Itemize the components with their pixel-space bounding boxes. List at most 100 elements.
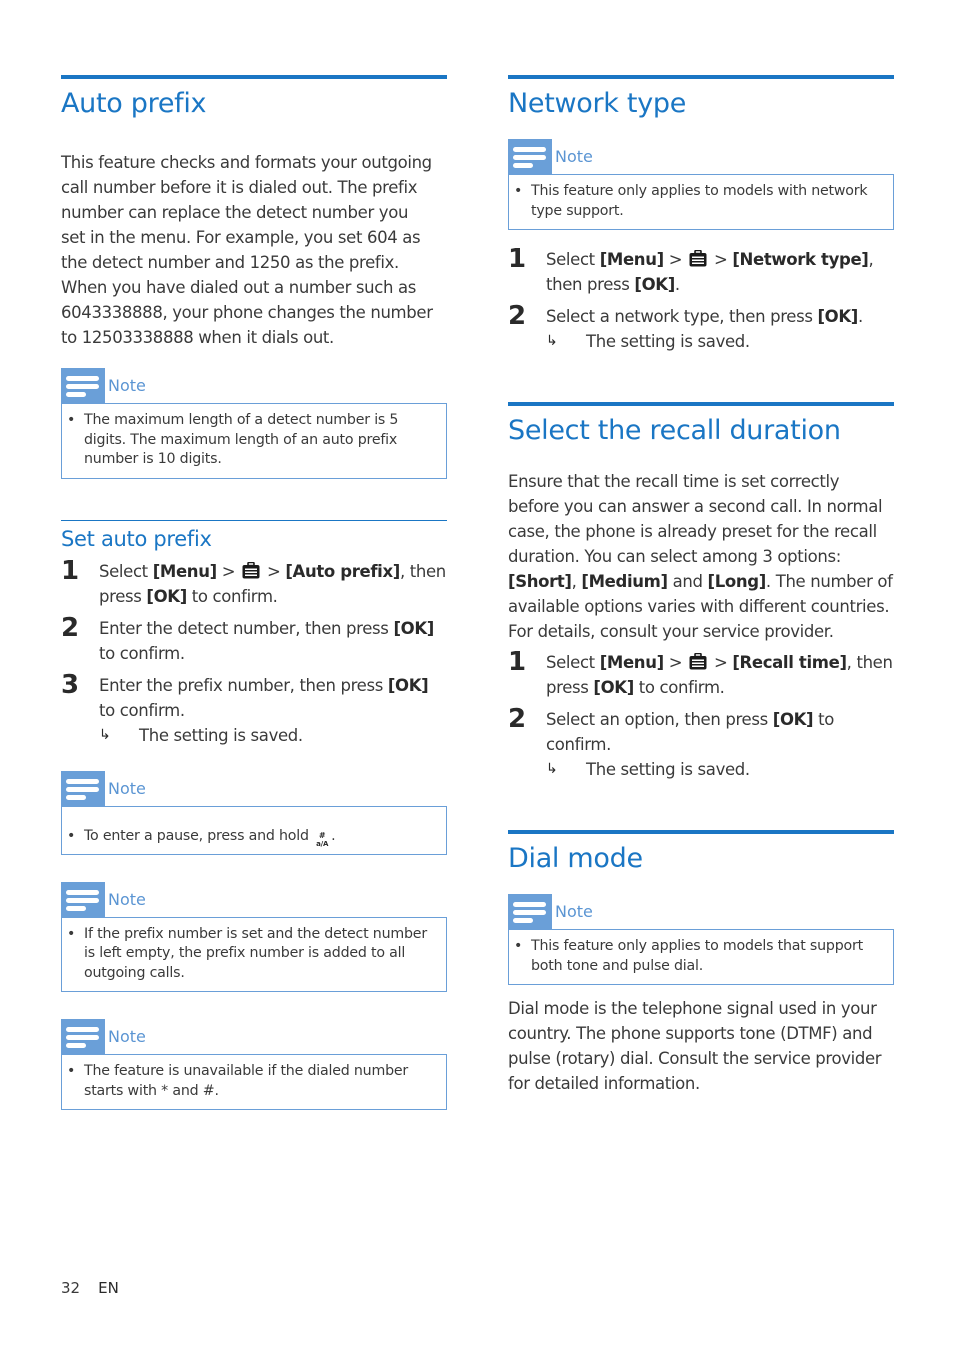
option-medium: [Medium] — [581, 572, 668, 591]
result-arrow-icon: ↳ — [546, 333, 558, 349]
note-content: • The maximum length of a detect number … — [61, 403, 447, 479]
section-rule — [508, 75, 894, 79]
note-text: The feature is unavailable if the dialed… — [84, 1063, 409, 1099]
result-text: The setting is saved. — [586, 760, 750, 779]
note-text-end: . — [331, 827, 336, 844]
intro-line: number can replace the detect number you — [61, 203, 409, 222]
section-rule — [61, 75, 447, 79]
note-box-network: Note • This feature only applies to mode… — [508, 139, 894, 230]
note-box-empty-detect: Note • If the prefix number is set and t… — [61, 881, 447, 992]
key-top: # — [318, 830, 326, 840]
language-label: EN — [98, 1279, 119, 1297]
step-item: 1 Select [Menu] > > [Auto prefix], then … — [61, 555, 447, 609]
bullet-icon: • — [67, 1063, 76, 1079]
step-text: . — [674, 275, 680, 294]
bullet-icon: • — [67, 412, 76, 428]
intro-line: 6043338888, your phone changes the numbe… — [61, 303, 433, 322]
separator: > — [663, 653, 688, 672]
note-label: Note — [555, 902, 593, 921]
option-long: [Long] — [707, 572, 767, 591]
note-label: Note — [108, 1027, 146, 1046]
intro-text: Ensure that the recall time is set corre… — [508, 472, 883, 566]
auto-prefix-intro: This feature checks and formats your out… — [61, 150, 447, 350]
intro-line: the detect number and 1250 as the prefix… — [61, 253, 399, 272]
note-text: This feature only applies to models that… — [531, 938, 863, 974]
note-label: Note — [108, 778, 146, 798]
hash-key-icon: # a/A — [313, 831, 331, 849]
bullet-icon: • — [67, 925, 76, 942]
note-content: • To enter a pause, press and hold # a/A. — [61, 805, 447, 855]
subsection-title: Set auto prefix — [61, 526, 212, 551]
separator: > — [262, 561, 286, 581]
intro-line: set in the menu. For example, you set 60… — [61, 228, 421, 247]
recall-intro: Ensure that the recall time is set corre… — [508, 469, 894, 644]
section-title-auto-prefix: Auto prefix — [61, 88, 207, 119]
step-item: 1 Select [Menu] > > [Network type], then… — [508, 244, 894, 297]
section-rule — [508, 402, 894, 406]
menu-target: [Auto prefix] — [285, 561, 400, 581]
step-text: Select — [546, 250, 600, 269]
briefcase-icon — [242, 561, 260, 578]
step-result: ↳ The setting is saved. — [99, 723, 447, 748]
step-text: Select a network type, then press — [546, 307, 818, 326]
left-column: Auto prefix This feature checks and form… — [61, 75, 447, 1110]
step-number: 2 — [508, 301, 526, 331]
right-column: Network type Note • This feature only ap… — [508, 75, 894, 1096]
step-result: ↳ The setting is saved. — [546, 329, 894, 354]
note-icon — [61, 881, 105, 917]
step-item: 2 Select an option, then press [OK] to c… — [508, 704, 894, 782]
result-arrow-icon: ↳ — [546, 761, 558, 777]
intro-line: call number before it is dialed out. The… — [61, 178, 418, 197]
step-item: 2 Enter the detect number, then press [O… — [61, 613, 447, 666]
bullet-icon: • — [514, 938, 523, 954]
step-number: 3 — [61, 669, 79, 700]
menu-key: [Menu] — [599, 250, 664, 269]
separator: > — [663, 250, 688, 269]
intro-line: When you have dialed out a number such a… — [61, 278, 416, 297]
separator: > — [709, 653, 733, 672]
section-rule — [508, 830, 894, 834]
note-text: To enter a pause, press and hold — [84, 827, 314, 844]
ok-key: [OK] — [593, 678, 634, 697]
step-text: . — [857, 307, 863, 326]
dial-mode-body: Dial mode is the telephone signal used i… — [508, 999, 882, 1093]
bullet-icon: • — [67, 827, 76, 844]
note-box-pause: Note • To enter a pause, press and hold … — [61, 770, 447, 855]
intro-line: This feature checks and formats your out… — [61, 153, 432, 172]
step-result: ↳ The setting is saved. — [546, 757, 894, 782]
note-content: • This feature only applies to models wi… — [508, 174, 894, 230]
note-icon — [61, 1019, 105, 1054]
step-item: 2 Select a network type, then press [OK]… — [508, 301, 894, 354]
note-box-dial: Note • This feature only applies to mode… — [508, 894, 894, 985]
briefcase-icon — [689, 249, 707, 267]
step-text: to confirm. — [633, 678, 725, 697]
note-label: Note — [555, 147, 593, 166]
step-number: 1 — [61, 555, 79, 586]
note-box-max-length: Note • The maximum length of a detect nu… — [61, 368, 447, 479]
page-number: 32 — [61, 1279, 81, 1297]
step-number: 2 — [508, 704, 526, 734]
note-icon — [508, 894, 552, 929]
briefcase-icon — [689, 652, 707, 670]
separator: > — [709, 250, 733, 269]
key-bottom: a/A — [316, 839, 329, 848]
ok-key: [OK] — [387, 675, 429, 695]
set-auto-prefix-section: Set auto prefix 1 Select [Menu] > > [Aut… — [61, 519, 447, 748]
step-text: Enter the prefix number, then press — [99, 675, 388, 695]
result-arrow-icon: ↳ — [99, 726, 111, 743]
bullet-icon: • — [514, 183, 523, 199]
ok-key: [OK] — [634, 275, 675, 294]
note-label: Note — [108, 376, 146, 395]
note-icon — [508, 139, 552, 174]
step-item: 3 Enter the prefix number, then press [O… — [61, 669, 447, 748]
menu-target: [Network type] — [732, 250, 869, 269]
recall-section: Select the recall duration Ensure that t… — [508, 402, 894, 782]
recall-steps: 1 Select [Menu] > > [Recall time], then … — [508, 647, 894, 782]
note-text: This feature only applies to models with… — [531, 183, 868, 219]
page-footer: 32 EN — [61, 1279, 119, 1297]
note-text: The maximum length of a detect number is… — [84, 412, 399, 467]
menu-key: [Menu] — [599, 653, 664, 672]
section-title-dial-mode: Dial mode — [508, 843, 643, 874]
result-text: The setting is saved. — [139, 725, 303, 745]
step-text: Select — [546, 653, 600, 672]
